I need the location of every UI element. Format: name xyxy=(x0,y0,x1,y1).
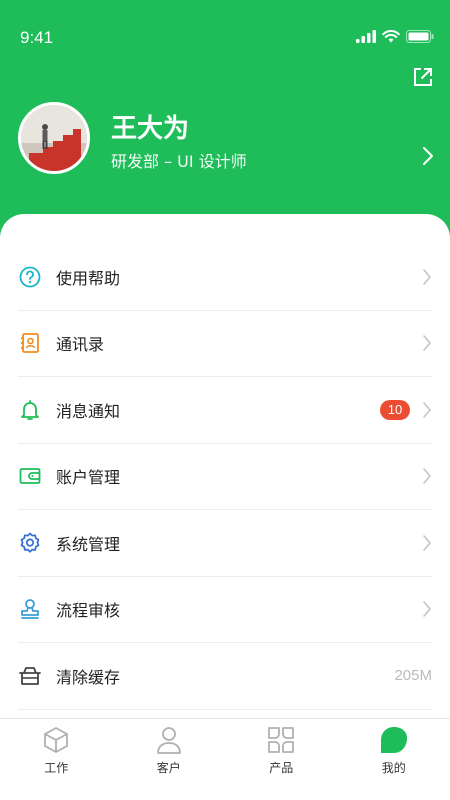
menu-item-notifications[interactable]: 消息通知 10 xyxy=(18,377,432,444)
tab-label: 我的 xyxy=(381,761,406,775)
tab-work[interactable]: 工作 xyxy=(0,719,113,800)
menu-item-system[interactable]: 系统管理 xyxy=(18,510,432,577)
bell-icon xyxy=(18,398,42,422)
chevron-right-icon xyxy=(423,601,431,618)
menu-label: 清除缓存 xyxy=(56,667,121,687)
menu-label: 系统管理 xyxy=(56,534,121,554)
stamp-icon xyxy=(18,597,42,621)
bottom-tab-bar: 工作 客户 产品 我的 xyxy=(0,718,450,800)
tab-customers[interactable]: 客户 xyxy=(113,719,226,800)
menu-label: 通讯录 xyxy=(56,335,105,355)
signal-icon xyxy=(356,30,376,43)
menu-label: 消息通知 xyxy=(56,401,121,421)
cube-icon xyxy=(44,727,69,753)
contacts-book-icon xyxy=(18,331,42,355)
wallet-icon xyxy=(18,464,42,488)
share-icon[interactable] xyxy=(412,66,434,88)
leaf-icon xyxy=(380,727,407,753)
menu-item-account[interactable]: 账户管理 xyxy=(18,444,432,510)
tab-label: 客户 xyxy=(156,761,181,775)
chevron-right-icon xyxy=(423,335,431,352)
chevron-right-icon xyxy=(423,468,431,485)
user-name: 王大为 xyxy=(111,114,190,144)
gear-icon xyxy=(18,531,42,555)
avatar[interactable] xyxy=(18,102,90,174)
unread-count-badge: 10 xyxy=(380,399,410,420)
status-icons xyxy=(356,30,434,43)
chevron-right-icon xyxy=(423,147,433,165)
chevron-right-icon xyxy=(423,268,431,285)
tab-label: 产品 xyxy=(269,761,294,775)
menu-label: 账户管理 xyxy=(56,468,121,488)
menu-item-clear-cache[interactable]: 清除缓存 205M xyxy=(18,643,432,710)
menu-item-contacts[interactable]: 通讯录 xyxy=(18,311,432,377)
menu-card: 使用帮助 通讯录 消息通知 10 账户管理 系统管理 流程审核 清除缓存 205… xyxy=(0,214,450,718)
menu-item-approval[interactable]: 流程审核 xyxy=(18,577,432,643)
battery-icon xyxy=(406,30,434,43)
status-bar: 9:41 xyxy=(0,0,450,47)
menu-label: 使用帮助 xyxy=(56,268,121,288)
person-icon xyxy=(156,727,181,754)
cache-size: 205M xyxy=(394,667,432,685)
menu-item-help[interactable]: 使用帮助 xyxy=(18,244,432,311)
tab-label: 工作 xyxy=(44,761,69,775)
wifi-icon xyxy=(382,30,400,43)
user-department: 研发部 – UI 设计师 xyxy=(111,152,247,171)
profile-header: 9:41 王大为 研发部 – UI 设计师 xyxy=(0,0,450,240)
menu-label: 流程审核 xyxy=(56,601,121,621)
tab-products[interactable]: 产品 xyxy=(225,719,338,800)
status-time: 9:41 xyxy=(20,28,54,47)
chevron-right-icon xyxy=(423,534,431,551)
chevron-right-icon xyxy=(423,401,431,418)
tab-me[interactable]: 我的 xyxy=(338,719,450,800)
cache-basket-icon xyxy=(18,664,42,688)
grid-icon xyxy=(268,727,295,753)
profile-row[interactable]: 王大为 研发部 – UI 设计师 xyxy=(18,102,434,176)
help-circle-icon xyxy=(18,265,42,289)
menu-list: 使用帮助 通讯录 消息通知 10 账户管理 系统管理 流程审核 清除缓存 205… xyxy=(0,244,450,710)
